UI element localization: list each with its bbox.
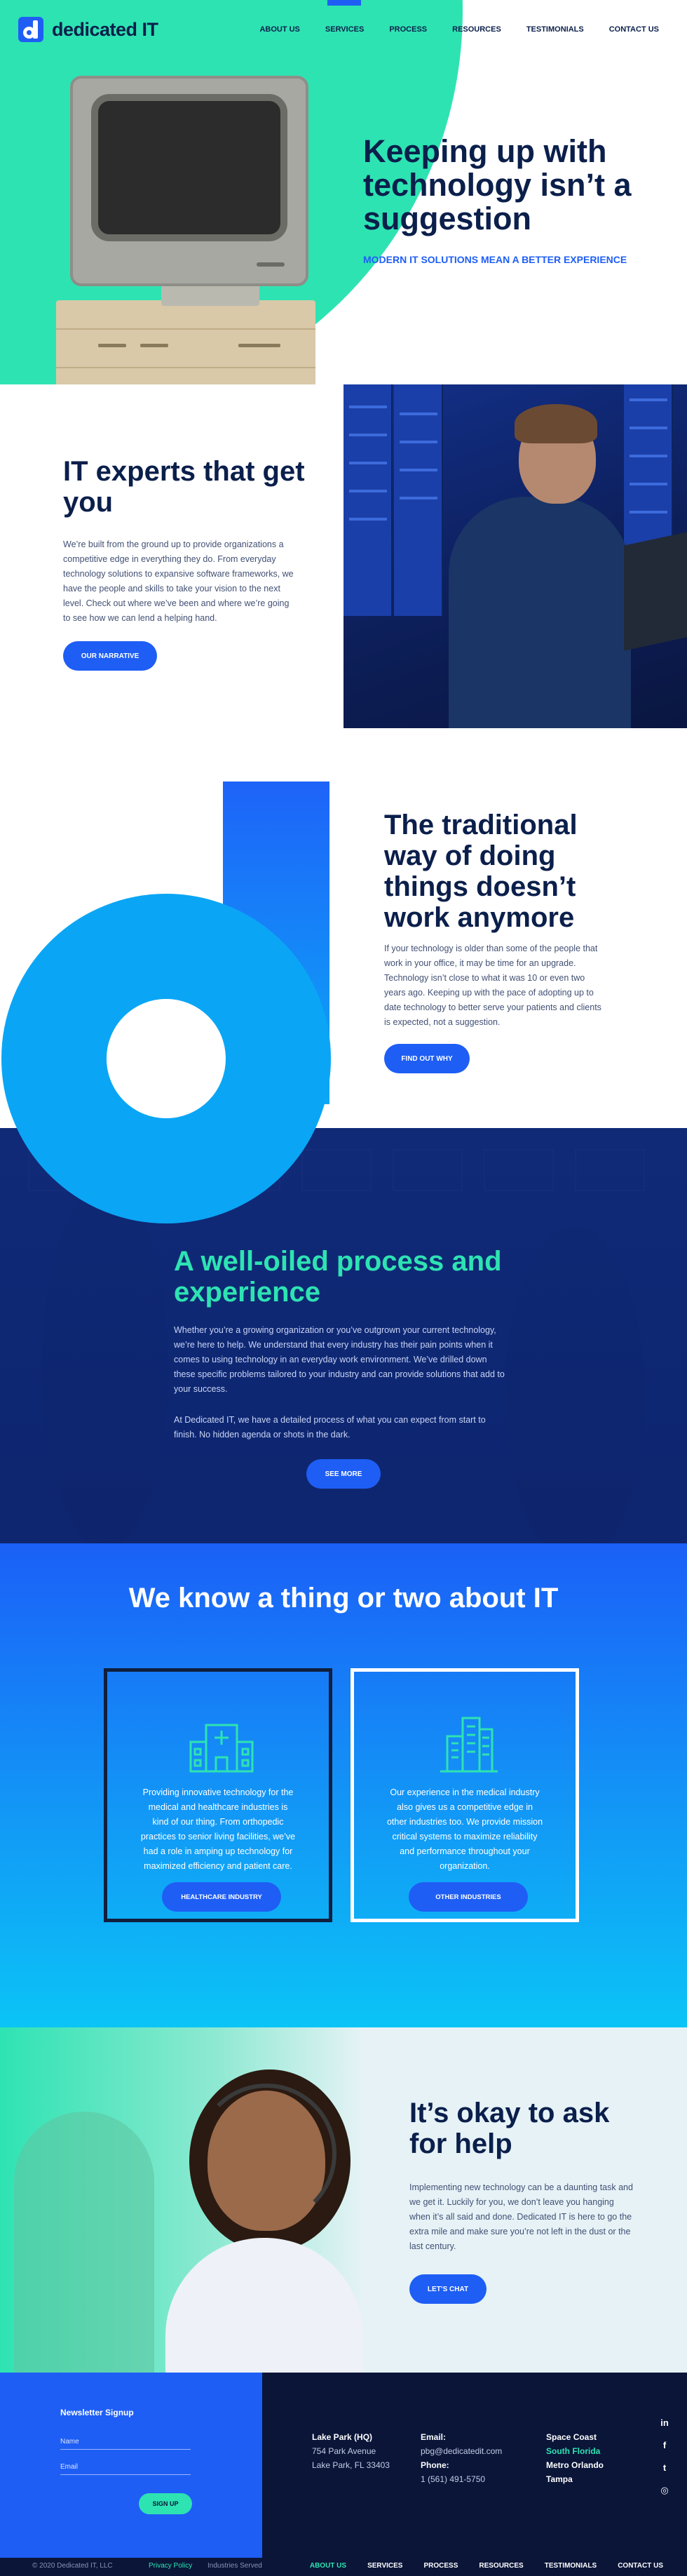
experts-title: IT experts that get you [63, 456, 305, 518]
hero-section: dedicated IT ABOUT US SERVICES PROCESS R… [0, 0, 687, 384]
instagram-icon[interactable]: ◎ [658, 2483, 672, 2497]
industries-served-link[interactable]: Industries Served [208, 2562, 262, 2570]
other-industries-card-text: Our experience in the medical industry a… [386, 1787, 543, 1871]
location-south-florida[interactable]: South Florida [546, 2444, 604, 2458]
help-body: Implementing new technology can be a dau… [409, 2182, 633, 2251]
facebook-icon[interactable]: f [658, 2439, 672, 2453]
email-label: Email: [421, 2432, 447, 2442]
old-computer-image [56, 76, 322, 384]
footer-nav: ABOUT US SERVICES PROCESS RESOURCES TEST… [310, 2562, 663, 2570]
footer-nav-contact-us[interactable]: CONTACT US [618, 2562, 663, 2570]
location-metro-orlando[interactable]: Metro Orlando [546, 2458, 604, 2472]
hospital-icon [189, 1724, 254, 1773]
nav-item-process[interactable]: PROCESS [389, 25, 427, 34]
hero-subtitle: MODERN IT SOLUTIONS MEAN A BETTER EXPERI… [363, 254, 627, 265]
experts-section: IT experts that get you We’re built from… [0, 384, 687, 728]
footer-nav-services[interactable]: SERVICES [367, 2562, 402, 2570]
nav-item-services[interactable]: SERVICES [325, 25, 364, 34]
page: dedicated IT ABOUT US SERVICES PROCESS R… [0, 0, 687, 2576]
footer-nav-resources[interactable]: RESOURCES [479, 2562, 523, 2570]
office-line-1: 754 Park Avenue [312, 2446, 376, 2456]
footer-office-address: Lake Park (HQ) 754 Park Avenue Lake Park… [312, 2430, 390, 2472]
find-out-why-button[interactable]: FIND OUT WHY [384, 1044, 470, 1073]
main-nav: ABOUT US SERVICES PROCESS RESOURCES TEST… [259, 25, 659, 34]
newsletter-signup: Newsletter Signup SIGN UP [0, 2373, 262, 2558]
footer-contact: Email: pbg@dedicatedit.com Phone: 1 (561… [421, 2430, 502, 2486]
process-body: Whether you’re a growing organization or… [174, 1325, 505, 1394]
office-title: Lake Park (HQ) [312, 2432, 373, 2442]
lets-chat-button[interactable]: LET’S CHAT [409, 2274, 487, 2304]
see-more-button[interactable]: SEE MORE [306, 1459, 381, 1489]
technician-photo [344, 384, 687, 728]
nav-item-resources[interactable]: RESOURCES [452, 25, 501, 34]
location-tampa[interactable]: Tampa [546, 2472, 604, 2486]
newsletter-email-input[interactable] [60, 2460, 191, 2475]
footer-bottom-bar: © 2020 Dedicated IT, LLC Privacy Policy … [0, 2558, 687, 2576]
industries-section: We know a thing or two about IT Providin… [0, 1543, 687, 2027]
other-industries-card: Our experience in the medical industry a… [351, 1668, 579, 1922]
linkedin-icon[interactable]: in [658, 2416, 672, 2430]
twitter-icon[interactable]: t [658, 2461, 672, 2475]
help-section: It’s okay to ask for help Implementing n… [0, 2027, 687, 2373]
phone-label: Phone: [421, 2460, 449, 2470]
footer-locations: Space Coast South Florida Metro Orlando … [546, 2430, 604, 2486]
support-agent-photo [0, 2027, 363, 2373]
location-space-coast[interactable]: Space Coast [546, 2430, 604, 2444]
help-title: It’s okay to ask for help [409, 2098, 610, 2159]
newsletter-title: Newsletter Signup [60, 2408, 134, 2417]
footer-nav-process[interactable]: PROCESS [423, 2562, 458, 2570]
experts-body: We’re built from the ground up to provid… [63, 539, 294, 623]
footer-nav-testimonials[interactable]: TESTIMONIALS [545, 2562, 597, 2570]
email-link[interactable]: pbg@dedicatedit.com [421, 2444, 502, 2458]
sign-up-button[interactable]: SIGN UP [139, 2493, 192, 2514]
nav-item-about-us[interactable]: ABOUT US [259, 25, 299, 34]
process-title: A well-oiled process and experience [174, 1246, 502, 1308]
process-body-2: At Dedicated IT, we have a detailed proc… [174, 1415, 486, 1440]
copyright: © 2020 Dedicated IT, LLC [32, 2562, 113, 2570]
office-line-2: Lake Park, FL 33403 [312, 2460, 390, 2470]
traditional-body: If your technology is older than some of… [384, 944, 601, 1027]
logo-d-icon [18, 17, 43, 42]
healthcare-card: Providing innovative technology for the … [104, 1668, 332, 1922]
traditional-title: The traditional way of doing things does… [384, 810, 578, 933]
healthcare-industry-button[interactable]: HEALTHCARE INDUSTRY [162, 1882, 281, 1912]
our-narrative-button[interactable]: OUR NARRATIVE [63, 641, 157, 671]
newsletter-name-input[interactable] [60, 2434, 191, 2450]
healthcare-card-text: Providing innovative technology for the … [140, 1787, 296, 1871]
big-d-logo-graphic [0, 781, 336, 1223]
industries-title: We know a thing or two about IT [128, 1583, 559, 1614]
footer-nav-about-us[interactable]: ABOUT US [310, 2562, 346, 2570]
phone-link[interactable]: 1 (561) 491-5750 [421, 2472, 502, 2486]
site-footer: Newsletter Signup SIGN UP Lake Park (HQ)… [0, 2373, 687, 2576]
nav-item-contact-us[interactable]: CONTACT US [609, 25, 659, 34]
hero-title: Keeping up with technology isn’t a sugge… [363, 133, 632, 236]
other-industries-button[interactable]: OTHER INDUSTRIES [409, 1882, 528, 1912]
buildings-icon [440, 1717, 498, 1773]
nav-item-testimonials[interactable]: TESTIMONIALS [526, 25, 584, 34]
site-logo[interactable]: dedicated IT [18, 17, 158, 42]
privacy-policy-link[interactable]: Privacy Policy [149, 2562, 192, 2570]
nav-active-indicator [327, 0, 361, 6]
logo-wordmark: dedicated IT [52, 18, 158, 40]
